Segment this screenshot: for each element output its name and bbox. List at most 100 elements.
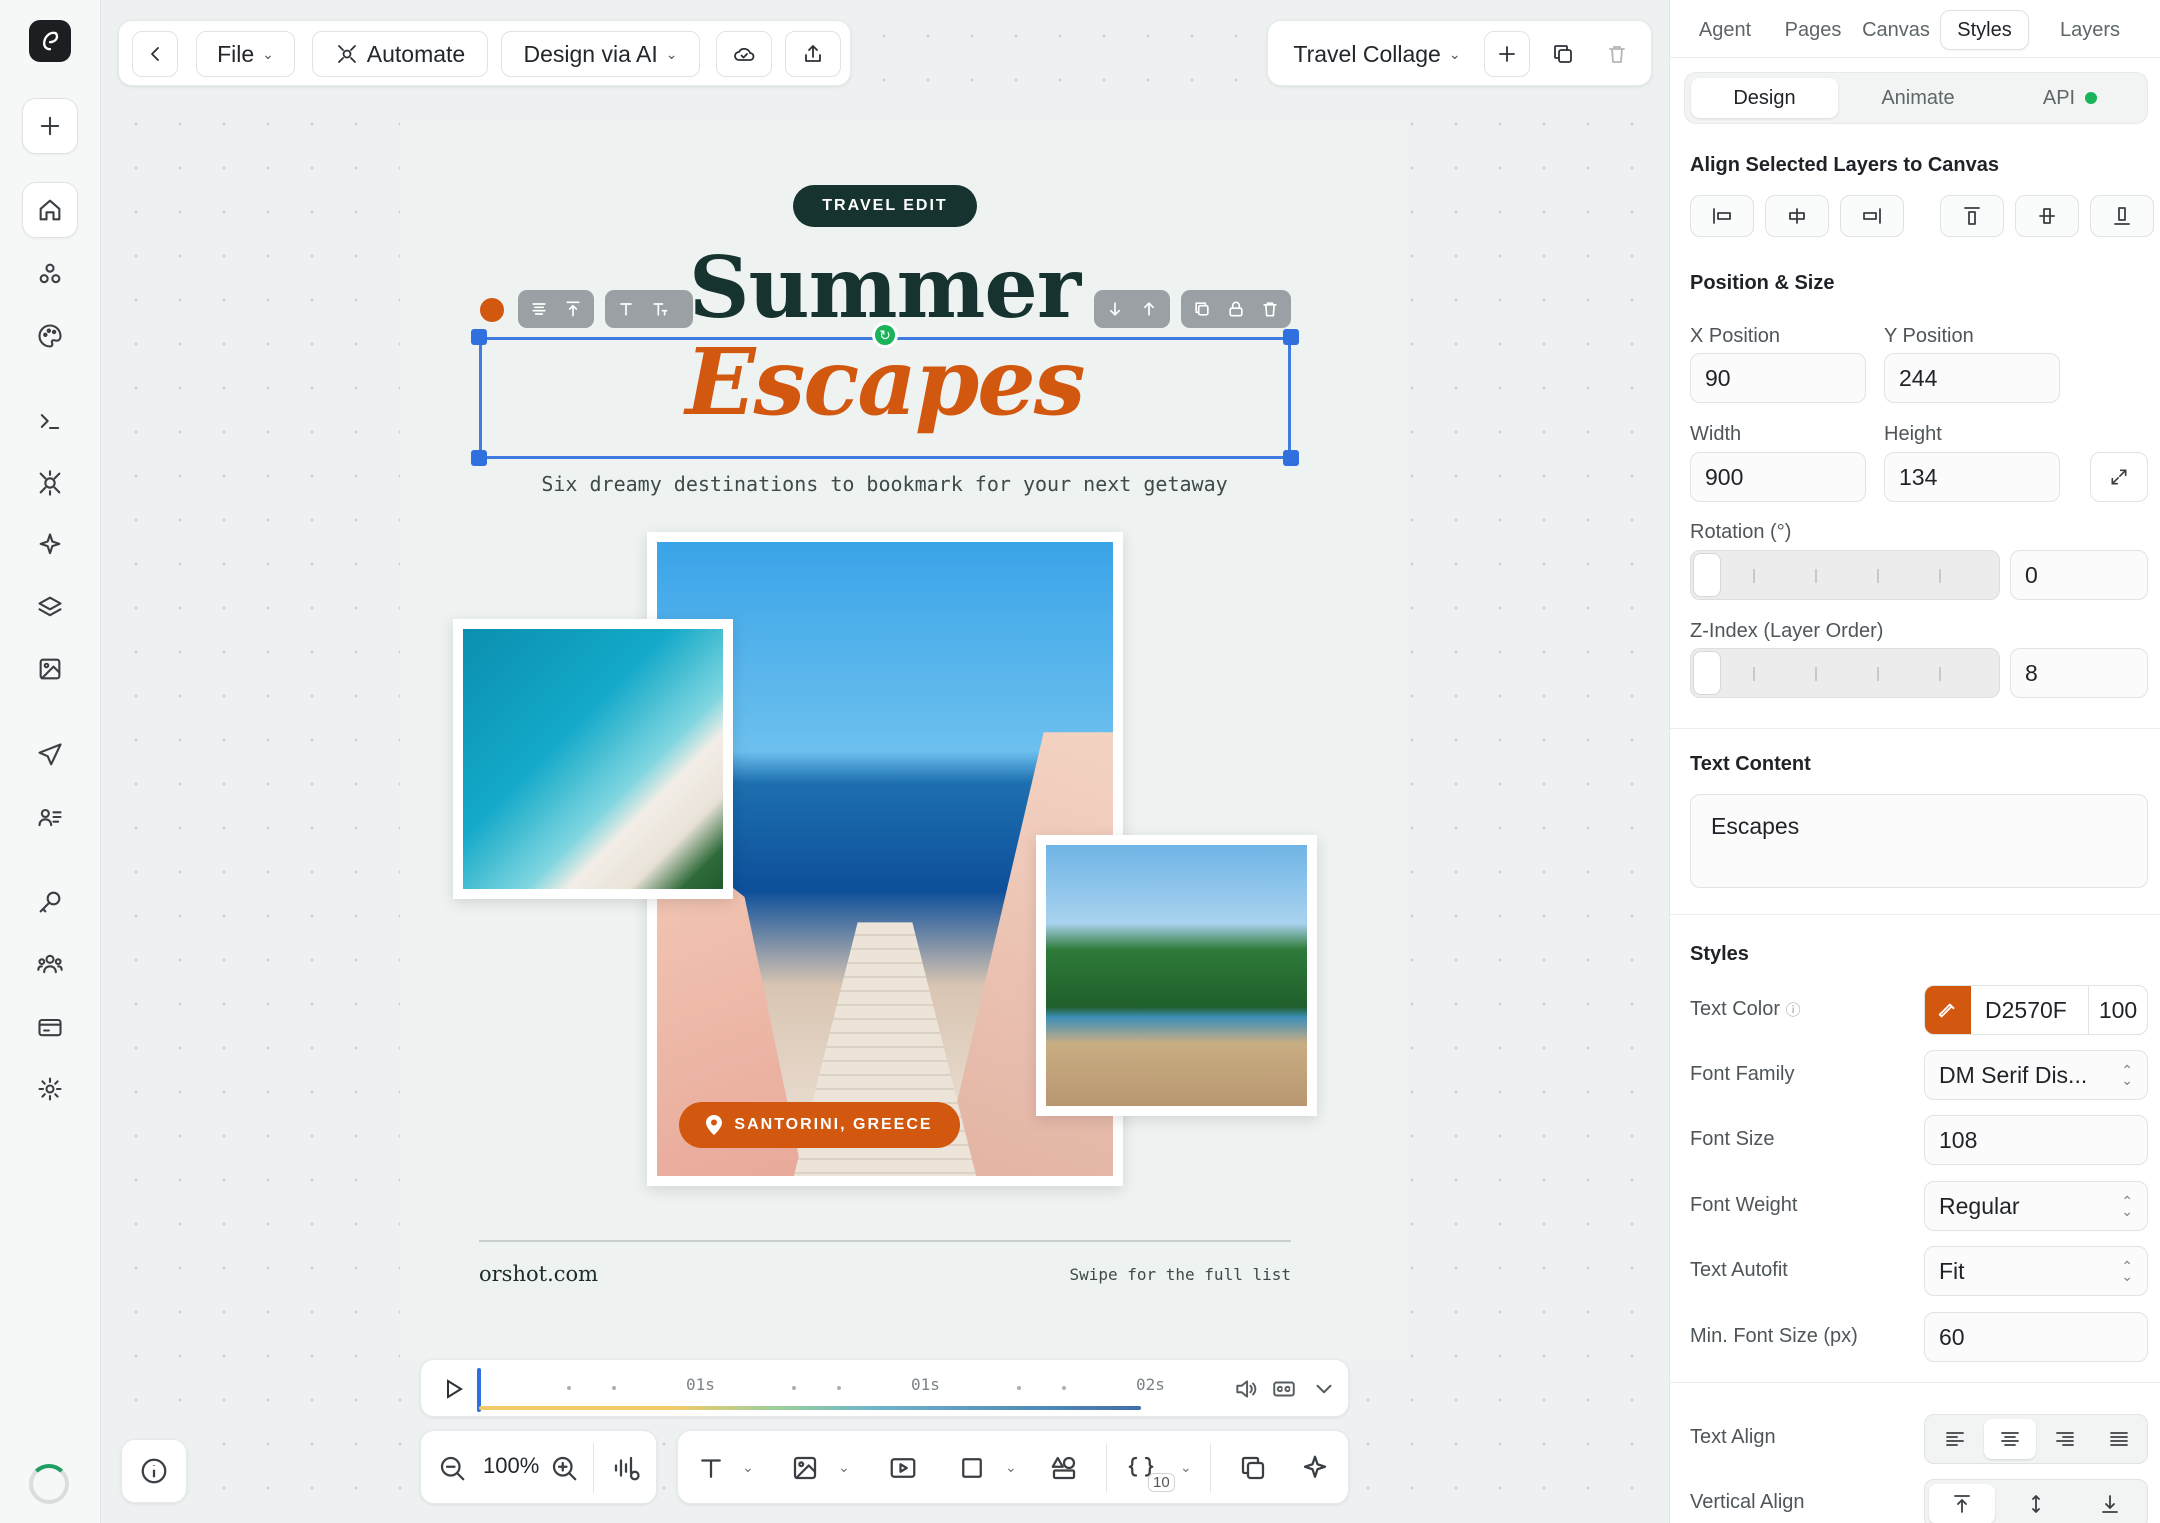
components-icon[interactable] — [22, 246, 78, 302]
tab-pages[interactable]: Pages — [1778, 10, 1848, 50]
x-position-input[interactable]: 90 — [1690, 353, 1866, 403]
timeline-track[interactable] — [479, 1406, 1141, 1410]
color-swatch[interactable] — [1925, 986, 1971, 1034]
text-size-icon[interactable] — [645, 294, 675, 324]
tab-styles[interactable]: Styles — [1940, 10, 2029, 50]
width-input[interactable]: 900 — [1690, 452, 1866, 502]
font-weight-select[interactable]: Regular ⌃ ⌄ — [1924, 1181, 2148, 1231]
text-tool-icon[interactable] — [696, 1453, 726, 1483]
text-color-opacity[interactable]: 100 — [2089, 986, 2147, 1034]
align-hcenter-button[interactable] — [1765, 195, 1829, 237]
tab-agent[interactable]: Agent — [1690, 10, 1760, 50]
key-icon[interactable] — [22, 874, 78, 930]
captions-icon[interactable] — [1271, 1376, 1297, 1402]
location-pill[interactable]: SANTORINI, GREECE — [679, 1102, 960, 1148]
rotate-handle-icon[interactable]: ↻ — [872, 322, 898, 348]
rotation-slider[interactable] — [1690, 550, 2000, 600]
elements-tool-icon[interactable] — [1049, 1453, 1079, 1483]
zindex-input[interactable]: 8 — [2010, 648, 2148, 698]
chevron-down-icon[interactable]: ⌄ — [1005, 1459, 1017, 1476]
footer-swipe-text[interactable]: Swipe for the full list — [1000, 1265, 1291, 1284]
move-down-icon[interactable] — [1100, 294, 1130, 324]
height-input[interactable]: 134 — [1884, 452, 2060, 502]
layers-copy-icon[interactable] — [1238, 1453, 1268, 1483]
text-align-right-button[interactable] — [2039, 1419, 2091, 1459]
app-logo[interactable] — [29, 20, 71, 62]
volume-icon[interactable] — [1233, 1376, 1259, 1402]
tab-layers[interactable]: Layers — [2040, 10, 2140, 50]
align-top-button[interactable] — [1940, 195, 2004, 237]
zindex-slider-knob[interactable] — [1693, 651, 1721, 695]
lock-icon[interactable] — [1221, 294, 1251, 324]
design-via-ai-button[interactable]: Design via AI ⌄ — [501, 31, 700, 77]
rotation-input[interactable]: 0 — [2010, 550, 2148, 600]
duplicate-page-button[interactable] — [1540, 31, 1586, 77]
subtab-animate[interactable]: Animate — [1843, 78, 1993, 118]
zoom-out-icon[interactable] — [437, 1453, 467, 1483]
resize-handle-bottom-left[interactable] — [471, 450, 487, 466]
delete-page-button[interactable] — [1594, 31, 1640, 77]
team-icon[interactable] — [22, 936, 78, 992]
min-font-size-input[interactable]: 60 — [1924, 1312, 2148, 1362]
align-left-button[interactable] — [1690, 195, 1754, 237]
add-button[interactable] — [22, 98, 78, 154]
file-menu-button[interactable]: File ⌄ — [196, 31, 295, 77]
zindex-slider[interactable] — [1690, 648, 2000, 698]
home-icon[interactable] — [22, 182, 78, 238]
resize-handle-top-left[interactable] — [471, 329, 487, 345]
subtab-design[interactable]: Design — [1691, 78, 1838, 118]
vertical-align-top-button[interactable] — [1929, 1484, 1995, 1523]
duplicate-icon[interactable] — [1187, 294, 1217, 324]
align-top-icon[interactable] — [558, 294, 588, 324]
ai-sparkle-icon[interactable] — [1300, 1453, 1330, 1483]
layers-icon[interactable] — [22, 579, 78, 635]
automation-icon[interactable] — [22, 455, 78, 511]
automate-button[interactable]: Automate — [312, 31, 488, 77]
text-style-icon[interactable] — [611, 294, 641, 324]
resize-handle-bottom-right[interactable] — [1283, 450, 1299, 466]
rotation-slider-knob[interactable] — [1693, 553, 1721, 597]
text-autofit-select[interactable]: Fit ⌃ ⌄ — [1924, 1246, 2148, 1296]
vertical-align-bottom-button[interactable] — [2077, 1484, 2143, 1523]
cloud-save-button[interactable] — [716, 31, 772, 77]
palette-icon[interactable] — [22, 308, 78, 364]
sparkles-icon[interactable] — [22, 517, 78, 573]
selection-box[interactable] — [479, 337, 1291, 459]
share-button[interactable] — [785, 31, 841, 77]
subtab-api[interactable]: API — [1997, 78, 2143, 118]
trash-icon[interactable] — [1255, 294, 1285, 324]
font-family-select[interactable]: DM Serif Dis... ⌃ ⌄ — [1924, 1050, 2148, 1100]
audio-waveform-icon[interactable] — [611, 1453, 641, 1483]
chevron-down-icon[interactable]: ⌄ — [838, 1459, 850, 1476]
send-icon[interactable] — [22, 727, 78, 783]
layer-color-indicator[interactable] — [480, 298, 504, 322]
billing-icon[interactable] — [22, 999, 78, 1055]
travel-edit-tag[interactable]: TRAVEL EDIT — [793, 185, 977, 227]
image-tool-icon[interactable] — [790, 1453, 820, 1483]
info-button[interactable] — [121, 1439, 187, 1503]
chevron-down-icon[interactable]: ⌄ — [742, 1459, 754, 1476]
aspect-lock-button[interactable] — [2090, 452, 2148, 502]
align-right-button[interactable] — [1840, 195, 1904, 237]
zoom-in-icon[interactable] — [549, 1453, 579, 1483]
terminal-icon[interactable] — [22, 393, 78, 449]
shape-tool-icon[interactable] — [957, 1453, 987, 1483]
footer-website[interactable]: orshot.com — [479, 1262, 598, 1286]
settings-icon[interactable] — [22, 1061, 78, 1117]
zoom-level[interactable]: 100% — [483, 1453, 539, 1479]
project-selector[interactable]: Travel Collage ⌄ — [1276, 31, 1478, 77]
text-color-hex[interactable]: D2570F — [1971, 986, 2089, 1034]
back-button[interactable] — [132, 31, 178, 77]
add-page-button[interactable] — [1484, 31, 1530, 77]
chevron-down-icon[interactable] — [1311, 1376, 1337, 1402]
align-bottom-button[interactable] — [2090, 195, 2154, 237]
font-size-input[interactable]: 108 — [1924, 1115, 2148, 1165]
text-content-textarea[interactable]: Escapes — [1690, 794, 2148, 888]
photo-palm-beach[interactable] — [1036, 835, 1317, 1116]
vertical-align-middle-button[interactable] — [2003, 1484, 2069, 1523]
align-center-icon[interactable] — [524, 294, 554, 324]
align-vcenter-button[interactable] — [2015, 195, 2079, 237]
subtitle-text[interactable]: Six dreamy destinations to bookmark for … — [400, 472, 1369, 496]
image-icon[interactable] — [22, 641, 78, 697]
tab-canvas[interactable]: Canvas — [1856, 10, 1936, 50]
